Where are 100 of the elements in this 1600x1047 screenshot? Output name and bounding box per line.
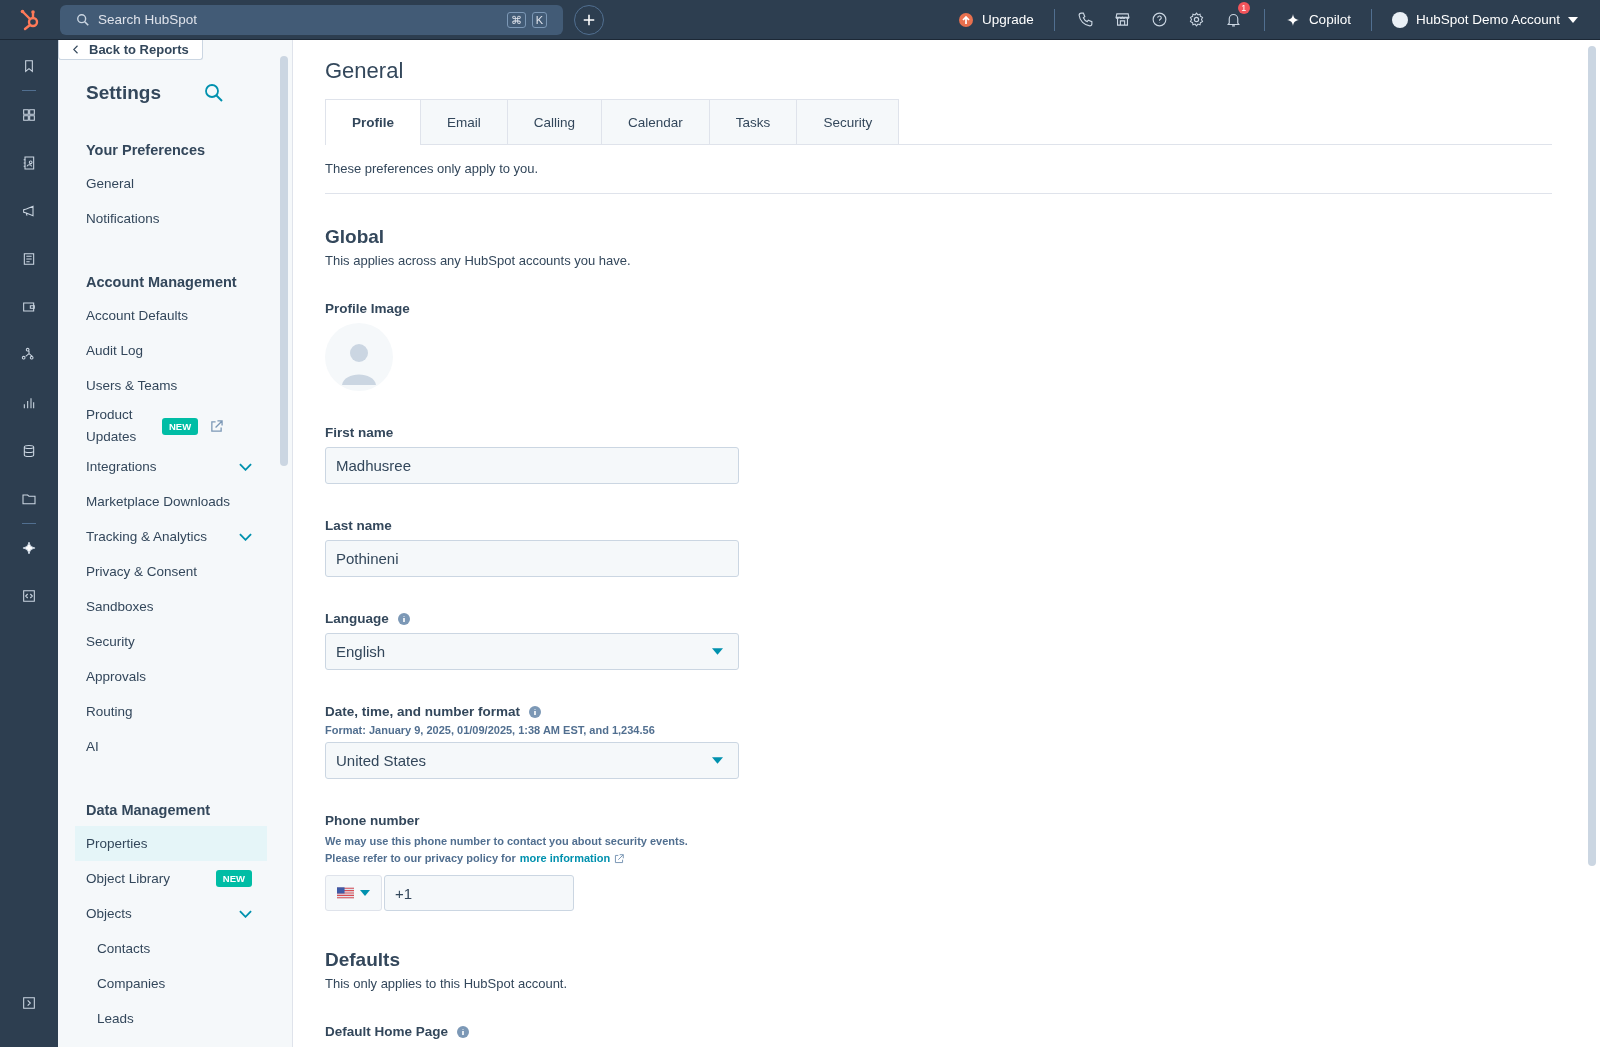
phone-field[interactable]: +1 bbox=[384, 875, 574, 911]
help-icon[interactable] bbox=[1150, 11, 1168, 28]
page-title: General bbox=[325, 58, 405, 84]
sidebar-item[interactable]: Sandboxes bbox=[75, 589, 282, 624]
item-label: Account Defaults bbox=[86, 308, 190, 323]
expand-icon[interactable] bbox=[21, 995, 37, 1011]
key-hint: K bbox=[531, 11, 547, 28]
format-hint: Format: January 9, 2025, 01/09/2025, 1:38 AM EST, and 1,234.56 bbox=[325, 724, 656, 736]
item-label: Audit Log bbox=[86, 343, 145, 358]
chevron-down-icon[interactable] bbox=[239, 909, 252, 918]
item-label: Objects bbox=[86, 906, 133, 921]
text-field[interactable]: Pothineni bbox=[325, 540, 739, 577]
tab[interactable]: Tasks bbox=[708, 99, 798, 144]
sidebar-subitem[interactable]: Companies bbox=[75, 966, 282, 1001]
folder-icon[interactable] bbox=[21, 491, 37, 507]
chart-icon[interactable] bbox=[21, 395, 37, 411]
item-label: Product Updates bbox=[86, 406, 138, 446]
new-badge: NEW bbox=[162, 417, 199, 435]
sidebar-item[interactable]: Integrations bbox=[75, 449, 282, 484]
section-heading: Your Preferences bbox=[85, 142, 206, 158]
document-icon[interactable] bbox=[21, 251, 37, 267]
tab[interactable]: Calendar bbox=[601, 99, 710, 144]
info-icon[interactable] bbox=[529, 705, 542, 718]
sidebar-item[interactable]: Account Defaults bbox=[75, 298, 282, 333]
caret-icon bbox=[712, 648, 723, 655]
upgrade-icon bbox=[958, 11, 975, 28]
tab[interactable]: Calling bbox=[506, 99, 603, 144]
sidebar-item[interactable]: General bbox=[75, 166, 282, 201]
item-label: Object Library bbox=[86, 871, 172, 886]
sidebar-item[interactable]: Object Library NEW bbox=[75, 861, 282, 896]
search-field[interactable]: Search HubSpot ⌘ K bbox=[60, 4, 563, 35]
sidebar-item[interactable]: Security bbox=[75, 624, 282, 659]
tab[interactable]: Profile bbox=[325, 99, 421, 145]
section-heading: Data Management bbox=[85, 802, 212, 818]
database-icon[interactable] bbox=[21, 443, 37, 459]
grid-icon[interactable] bbox=[21, 107, 37, 123]
item-label: Notifications bbox=[86, 211, 161, 226]
notifications-icon[interactable] bbox=[1224, 11, 1242, 28]
external-link-icon bbox=[614, 853, 625, 864]
sidebar-item[interactable]: Approvals bbox=[75, 659, 282, 694]
country-dropdown[interactable] bbox=[325, 875, 382, 911]
tab[interactable]: Security bbox=[796, 99, 900, 144]
search-input[interactable]: Search HubSpot bbox=[96, 11, 501, 28]
dropdown[interactable]: English bbox=[325, 633, 739, 670]
caret-icon bbox=[1568, 16, 1578, 23]
item-label: Properties bbox=[86, 836, 149, 851]
sidebar-item[interactable]: Audit Log bbox=[75, 333, 282, 368]
section-heading: Account Management bbox=[85, 274, 238, 290]
code-icon[interactable] bbox=[21, 588, 37, 604]
wallet-icon[interactable] bbox=[21, 299, 37, 315]
network-icon[interactable] bbox=[21, 347, 37, 363]
field-label: First name bbox=[325, 425, 394, 440]
sidebar-item[interactable]: Users & Teams bbox=[75, 368, 282, 403]
field-label: Phone number bbox=[325, 813, 420, 828]
search-icon bbox=[76, 12, 90, 27]
tab[interactable]: Email bbox=[420, 99, 508, 144]
chevron-down-icon[interactable] bbox=[239, 532, 252, 541]
chevron-down-icon[interactable] bbox=[239, 462, 252, 471]
copilot-button[interactable]: Copilot bbox=[1276, 11, 1359, 28]
sidebar-item[interactable]: Notifications bbox=[75, 201, 282, 236]
sidebar-item[interactable]: Tracking & Analytics bbox=[75, 519, 282, 554]
sidebar-item[interactable]: AI bbox=[75, 729, 282, 764]
upgrade-button[interactable]: Upgrade bbox=[950, 11, 1042, 28]
sidebar-subitem[interactable]: Leads bbox=[75, 1001, 282, 1036]
item-label: Tracking & Analytics bbox=[86, 529, 209, 544]
scrollbar-thumb[interactable] bbox=[280, 56, 288, 466]
notification-count: 1 bbox=[1237, 2, 1250, 14]
item-label: AI bbox=[86, 739, 100, 754]
item-label: Routing bbox=[86, 704, 134, 719]
item-label: Privacy & Consent bbox=[86, 564, 199, 579]
sidebar-item[interactable]: Privacy & Consent bbox=[75, 554, 282, 589]
caret-icon bbox=[712, 757, 723, 764]
dropdown[interactable]: United States bbox=[325, 742, 739, 779]
tab-description: These preferences only apply to you. bbox=[325, 161, 540, 176]
sparkle-icon[interactable] bbox=[21, 540, 37, 556]
search-icon[interactable] bbox=[204, 83, 224, 103]
account-menu[interactable]: HubSpot Demo Account bbox=[1383, 11, 1586, 28]
more-information-link[interactable]: more information bbox=[519, 850, 611, 867]
info-icon[interactable] bbox=[397, 612, 410, 625]
store-icon[interactable] bbox=[1113, 11, 1131, 28]
flag-icon bbox=[337, 887, 354, 899]
field-label: Profile Image bbox=[325, 301, 410, 316]
sidebar-subitem[interactable]: Contacts bbox=[75, 931, 282, 966]
contacts-icon[interactable] bbox=[21, 155, 37, 171]
sidebar-item[interactable]: Routing bbox=[75, 694, 282, 729]
section-description: This applies across any HubSpot accounts you have. bbox=[325, 253, 632, 268]
field-help-text: We may use this phone number to contact you about security events. bbox=[325, 834, 688, 849]
scrollbar-thumb[interactable] bbox=[1588, 46, 1596, 866]
key-hint: ⌘ bbox=[506, 11, 526, 28]
settings-icon[interactable] bbox=[1187, 11, 1205, 28]
megaphone-icon[interactable] bbox=[21, 203, 37, 219]
text-field[interactable]: Madhusree bbox=[325, 447, 739, 484]
field-help-text: Please refer to our privacy policy for bbox=[325, 851, 516, 866]
sidebar-item[interactable]: Objects bbox=[75, 896, 282, 931]
sidebar-item[interactable]: Properties bbox=[75, 826, 267, 861]
sidebar-item[interactable]: Marketplace Downloads bbox=[75, 484, 282, 519]
phone-icon[interactable] bbox=[1076, 11, 1094, 28]
info-icon[interactable] bbox=[457, 1025, 470, 1038]
back-link[interactable]: Back to Reports bbox=[58, 40, 203, 60]
sidebar-item[interactable]: Product Updates NEW bbox=[75, 403, 282, 449]
